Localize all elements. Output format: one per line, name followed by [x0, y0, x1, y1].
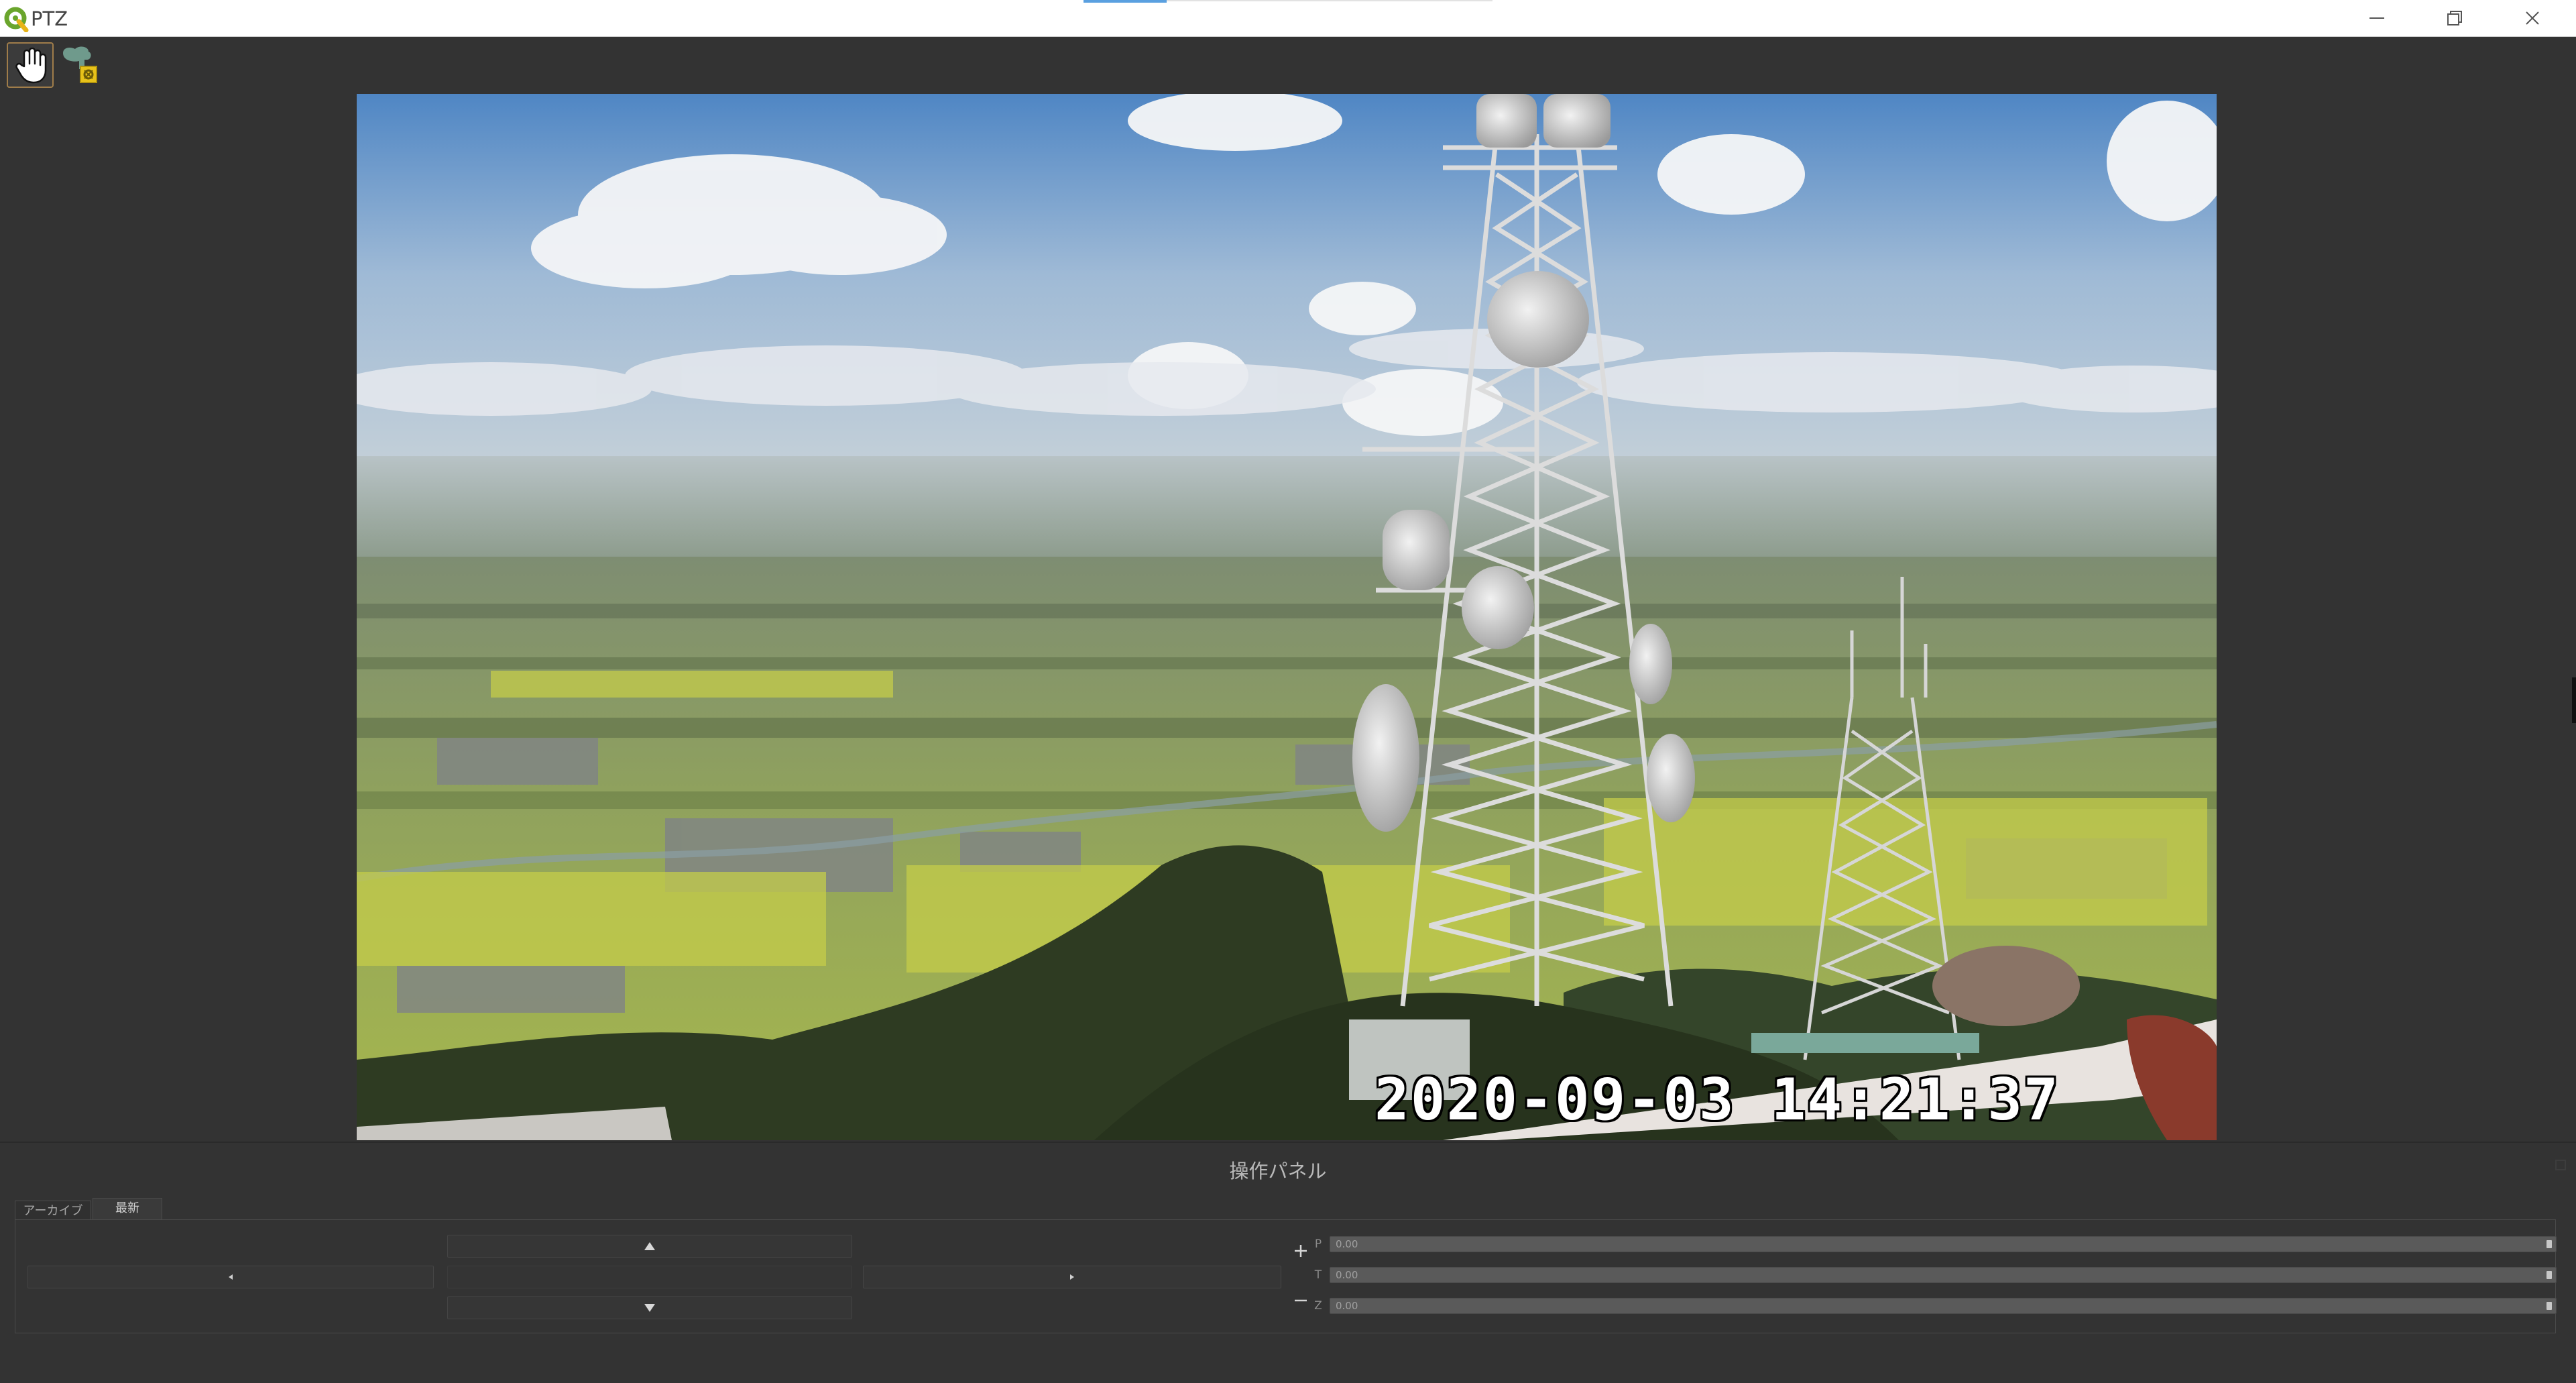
minus-icon — [1295, 1299, 1307, 1302]
restore-button[interactable] — [2418, 0, 2492, 36]
zoom-slider-label: Z — [1314, 1299, 1322, 1313]
focus-indicator — [1084, 0, 1167, 3]
panel-title: 操作パネル — [1229, 1160, 1327, 1182]
tilt-slider-handle[interactable] — [2546, 1271, 2552, 1279]
hand-cursor-icon — [15, 48, 47, 84]
tilt-up-button[interactable] — [447, 1235, 852, 1258]
zoom-slider[interactable]: 0.00 — [1330, 1298, 2557, 1314]
plus-icon — [1295, 1245, 1307, 1257]
tab-latest[interactable]: 最新 — [93, 1198, 162, 1219]
window-title: PTZ — [31, 7, 68, 30]
center-home-button[interactable] — [447, 1266, 852, 1288]
video-timestamp: 2020-09-03 14:21:37 — [1374, 1066, 2060, 1133]
tilt-down-button[interactable] — [447, 1296, 852, 1319]
close-button[interactable] — [2496, 0, 2569, 36]
minimize-button[interactable] — [2340, 0, 2414, 36]
tilt-value: 0.00 — [1336, 1269, 1358, 1281]
focus-indicator-track — [1167, 0, 1492, 1]
right-arrow-icon — [1070, 1274, 1074, 1280]
zoom-value: 0.00 — [1336, 1300, 1358, 1312]
camera-scene — [357, 94, 2217, 1140]
camera-video-feed[interactable]: 2020-09-03 14:21:37 — [357, 94, 2217, 1140]
window-edge-marker — [2572, 677, 2576, 723]
left-arrow-icon — [229, 1274, 233, 1280]
pan-slider-label: P — [1314, 1237, 1322, 1251]
tilt-slider-label: T — [1314, 1268, 1322, 1282]
undock-icon[interactable] — [2553, 1158, 2568, 1172]
panel-splitter[interactable] — [0, 1142, 2576, 1143]
zoom-slider-handle[interactable] — [2546, 1302, 2552, 1310]
close-icon — [2526, 11, 2539, 25]
title-bar: PTZ — [0, 0, 2576, 37]
q-logo-icon — [4, 7, 29, 32]
toolbar — [0, 37, 2576, 93]
pan-right-button[interactable] — [863, 1266, 1281, 1288]
pan-slider[interactable]: 0.00 — [1330, 1236, 2557, 1252]
restore-icon — [2447, 11, 2462, 25]
minimize-icon — [2369, 17, 2384, 19]
hand-pan-tool-button[interactable] — [7, 42, 54, 88]
tab-archive[interactable]: アーカイブ — [15, 1201, 91, 1219]
up-arrow-icon — [644, 1242, 655, 1250]
pan-left-button[interactable] — [27, 1266, 434, 1288]
ptz-control-area: P 0.00 T 0.00 Z 0.00 — [15, 1219, 2557, 1333]
map-layer-icon[interactable] — [58, 44, 105, 88]
tilt-slider[interactable]: 0.00 — [1330, 1267, 2557, 1283]
pan-value: 0.00 — [1336, 1238, 1358, 1250]
down-arrow-icon — [644, 1304, 655, 1312]
pan-slider-handle[interactable] — [2546, 1240, 2552, 1248]
